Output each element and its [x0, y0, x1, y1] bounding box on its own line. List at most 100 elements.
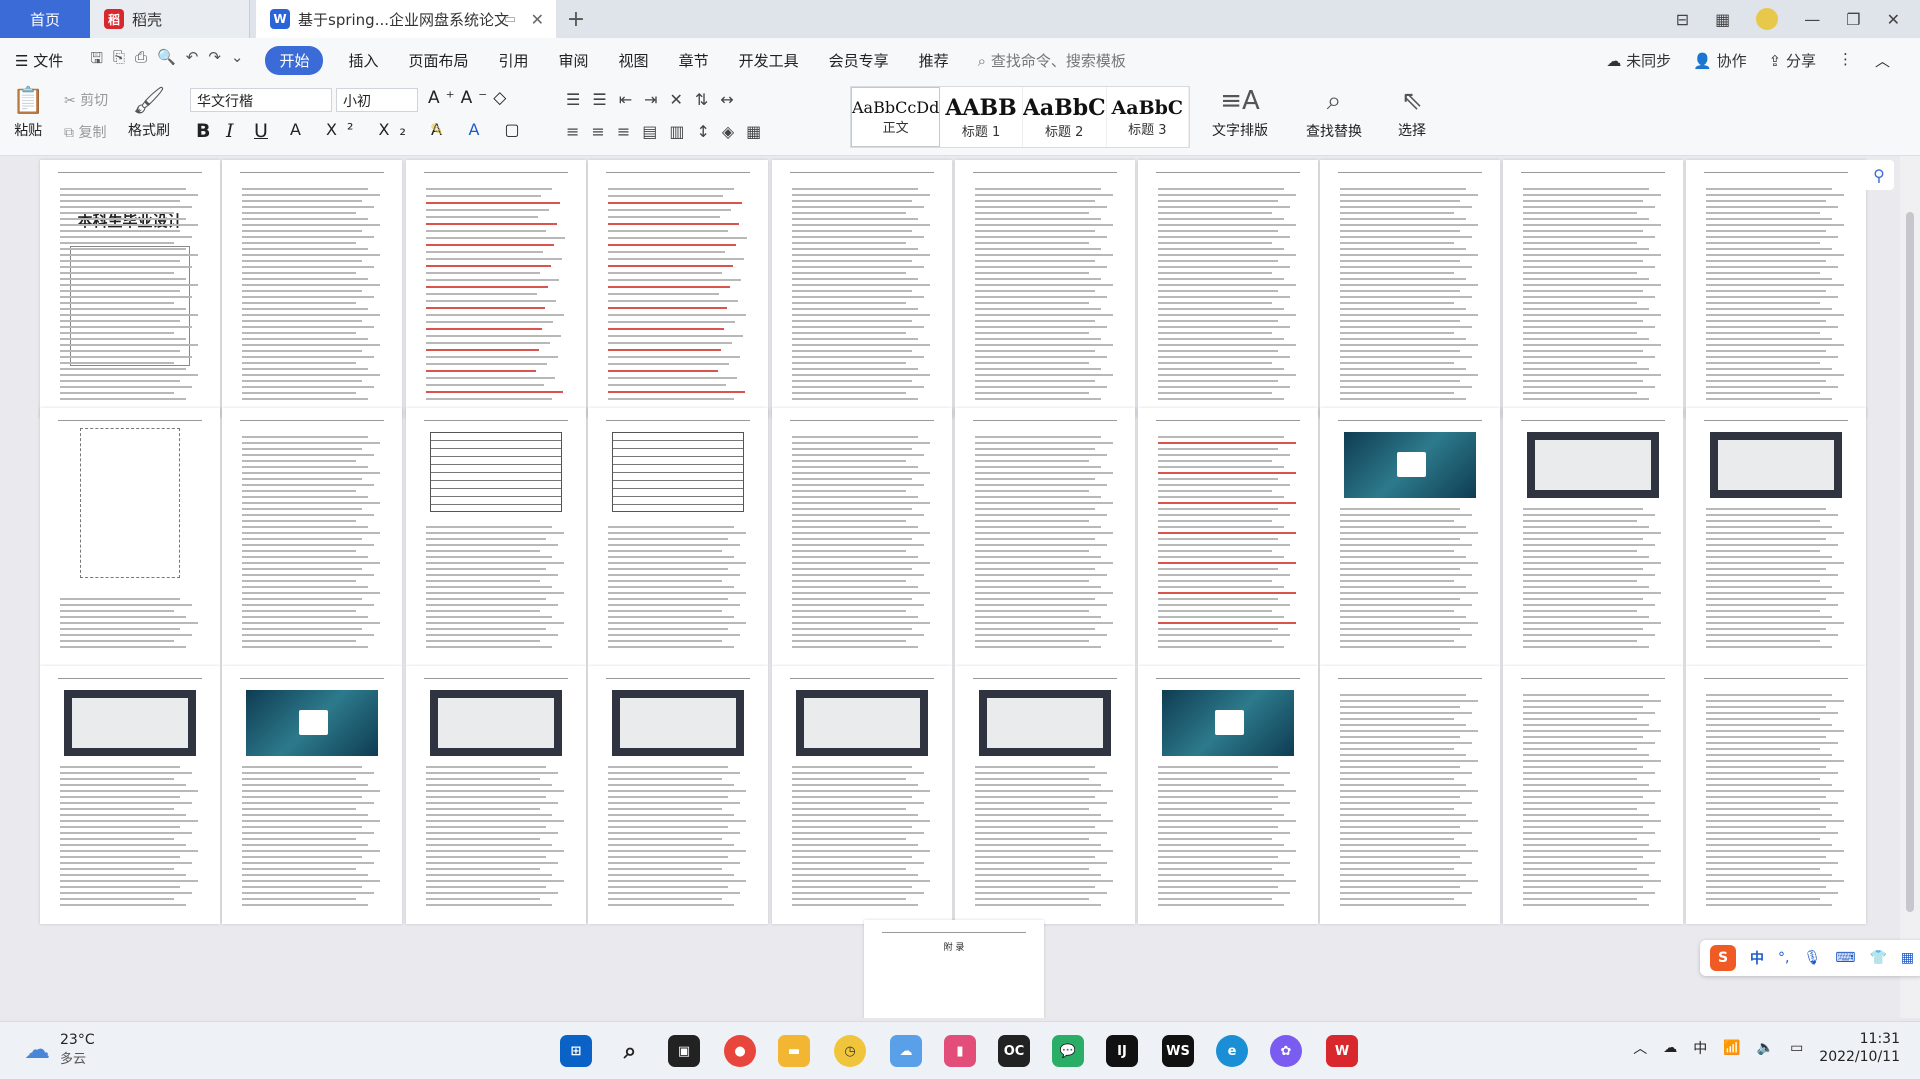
taskbar-search-icon[interactable]: ⌕: [614, 1035, 646, 1067]
select-button[interactable]: ⇖ 选择: [1398, 86, 1426, 140]
undo-icon[interactable]: ↶: [186, 48, 199, 73]
punctuation-icon[interactable]: °,: [1778, 950, 1789, 966]
page-thumbnail[interactable]: [406, 160, 586, 418]
menu-references[interactable]: 引用: [484, 50, 544, 71]
page-thumbnail-appendix[interactable]: 附 录: [864, 920, 1044, 1018]
menu-page-layout[interactable]: 页面布局: [394, 50, 484, 71]
page-thumbnail[interactable]: [772, 408, 952, 666]
weather-widget[interactable]: ☁ 23°C 多云: [24, 1032, 95, 1067]
collaborate-button[interactable]: 👤 协作: [1693, 50, 1746, 71]
collapse-ribbon-icon[interactable]: ︿: [1875, 50, 1890, 71]
font-family-select[interactable]: 华文行楷: [190, 88, 332, 112]
page-thumbnail[interactable]: [1686, 160, 1866, 418]
format-painter-button[interactable]: 🖌 格式刷: [128, 86, 170, 140]
wps-icon[interactable]: W: [1326, 1035, 1358, 1067]
menu-insert[interactable]: 插入: [333, 50, 393, 71]
close-window-icon[interactable]: ✕: [1887, 10, 1900, 29]
keyboard-icon[interactable]: ⌨: [1835, 950, 1855, 966]
cloud-app-icon[interactable]: ☁: [890, 1035, 922, 1067]
page-thumbnail[interactable]: [588, 160, 768, 418]
page-thumbnail[interactable]: [1686, 408, 1866, 666]
webstorm-icon[interactable]: WS: [1162, 1035, 1194, 1067]
tray-chevron-up-icon[interactable]: ︿: [1633, 1038, 1647, 1058]
layout-icon[interactable]: ⊟: [1676, 10, 1689, 29]
volume-icon[interactable]: 🔈: [1757, 1040, 1774, 1056]
page-thumbnail[interactable]: [222, 408, 402, 666]
highlight-color-group[interactable]: ✎ A ▢: [430, 120, 530, 139]
page-thumbnail[interactable]: [1138, 408, 1318, 666]
intellij-icon[interactable]: IJ: [1106, 1035, 1138, 1067]
menu-start[interactable]: 开始: [265, 45, 324, 75]
print-preview-icon[interactable]: 🔍: [157, 48, 176, 73]
onedrive-icon[interactable]: ☁: [1663, 1040, 1677, 1056]
page-thumbnail[interactable]: [955, 666, 1135, 924]
redo-icon[interactable]: ↷: [208, 48, 221, 73]
restore-icon[interactable]: ❐: [1846, 10, 1860, 29]
underline-button[interactable]: U: [254, 120, 268, 142]
microphone-icon[interactable]: 🎙: [1803, 950, 1821, 966]
menu-view[interactable]: 视图: [604, 50, 664, 71]
cut-button[interactable]: ✂ 剪切: [64, 90, 108, 110]
chevron-down-icon[interactable]: ⌄: [231, 48, 244, 73]
style-heading-1[interactable]: AABB 标题 1: [940, 87, 1023, 147]
menu-review[interactable]: 审阅: [544, 50, 604, 71]
photos-icon[interactable]: ✿: [1270, 1035, 1302, 1067]
oc-app-icon[interactable]: OC: [998, 1035, 1030, 1067]
sogou-icon[interactable]: S: [1710, 945, 1736, 971]
print-icon[interactable]: ⎙: [135, 48, 147, 73]
find-replace-button[interactable]: ⌕ 查找替换: [1306, 86, 1362, 141]
menu-chapter[interactable]: 章节: [664, 50, 724, 71]
clock-app-icon[interactable]: ◷: [834, 1035, 866, 1067]
menu-file[interactable]: ☰ 文件: [0, 50, 78, 71]
more-icon[interactable]: ⋮: [1838, 50, 1853, 71]
toolbox-icon[interactable]: ▦: [1901, 950, 1914, 966]
page-thumbnail[interactable]: [1503, 408, 1683, 666]
tab-daoke[interactable]: 稻 稻壳: [90, 0, 250, 38]
save-icon[interactable]: 🖫: [90, 48, 103, 73]
page-thumbnail[interactable]: [1320, 160, 1500, 418]
page-thumbnail[interactable]: [955, 408, 1135, 666]
bold-button[interactable]: B: [196, 120, 210, 142]
style-normal[interactable]: AaBbCcDd 正文: [851, 87, 941, 147]
page-thumbnail[interactable]: [1138, 666, 1318, 924]
ime-tray-icon[interactable]: 中: [1693, 1038, 1707, 1058]
page-thumbnail[interactable]: [222, 666, 402, 924]
paragraph-tools-row1[interactable]: ☰☰⇤⇥✕⇅↔: [566, 90, 746, 109]
minimize-icon[interactable]: —: [1804, 10, 1820, 29]
command-search[interactable]: ⌕ 查找命令、搜索模板: [978, 50, 1126, 71]
menu-vip[interactable]: 会员专享: [814, 50, 904, 71]
page-thumbnail[interactable]: [406, 408, 586, 666]
paste-button[interactable]: 📋 粘贴: [12, 86, 44, 140]
close-tab-icon[interactable]: ✕: [531, 10, 544, 29]
page-thumbnail[interactable]: [40, 666, 220, 924]
chrome-icon[interactable]: ●: [724, 1035, 756, 1067]
scrollbar-thumb[interactable]: [1906, 212, 1914, 912]
page-thumbnail[interactable]: [1138, 160, 1318, 418]
style-heading-3[interactable]: AaBbC 标题 3: [1107, 87, 1189, 147]
export-pdf-icon[interactable]: ⎘: [113, 48, 125, 73]
apps-grid-icon[interactable]: ▦: [1715, 10, 1730, 29]
new-tab-button[interactable]: +: [556, 0, 596, 38]
page-thumbnail[interactable]: [1503, 666, 1683, 924]
sync-button[interactable]: ☁ 未同步: [1606, 50, 1671, 71]
paragraph-tools-row2[interactable]: ≡≡≡▤▥↕◈▦: [566, 122, 773, 141]
page-thumbnail[interactable]: [588, 408, 768, 666]
style-heading-2[interactable]: AaBbC 标题 2: [1023, 87, 1107, 147]
edge-icon[interactable]: e: [1216, 1035, 1248, 1067]
media-app-icon[interactable]: ▮: [944, 1035, 976, 1067]
clock[interactable]: 11:31 2022/10/11: [1819, 1030, 1900, 1066]
start-menu-icon[interactable]: ⊞: [560, 1035, 592, 1067]
page-thumbnail[interactable]: 本科生毕业设计: [40, 160, 220, 418]
location-pin-icon[interactable]: ⚲: [1864, 160, 1894, 190]
avatar[interactable]: [1756, 8, 1779, 30]
page-thumbnail[interactable]: [772, 666, 952, 924]
page-thumbnail[interactable]: [772, 160, 952, 418]
tab-home[interactable]: 首页: [0, 0, 90, 38]
page-thumbnail[interactable]: [1320, 408, 1500, 666]
page-thumbnail[interactable]: [588, 666, 768, 924]
page-thumbnail[interactable]: [1503, 160, 1683, 418]
wifi-icon[interactable]: 📶: [1723, 1040, 1740, 1056]
wechat-icon[interactable]: 💬: [1052, 1035, 1084, 1067]
page-thumbnail[interactable]: [1320, 666, 1500, 924]
page-thumbnail[interactable]: [1686, 666, 1866, 924]
